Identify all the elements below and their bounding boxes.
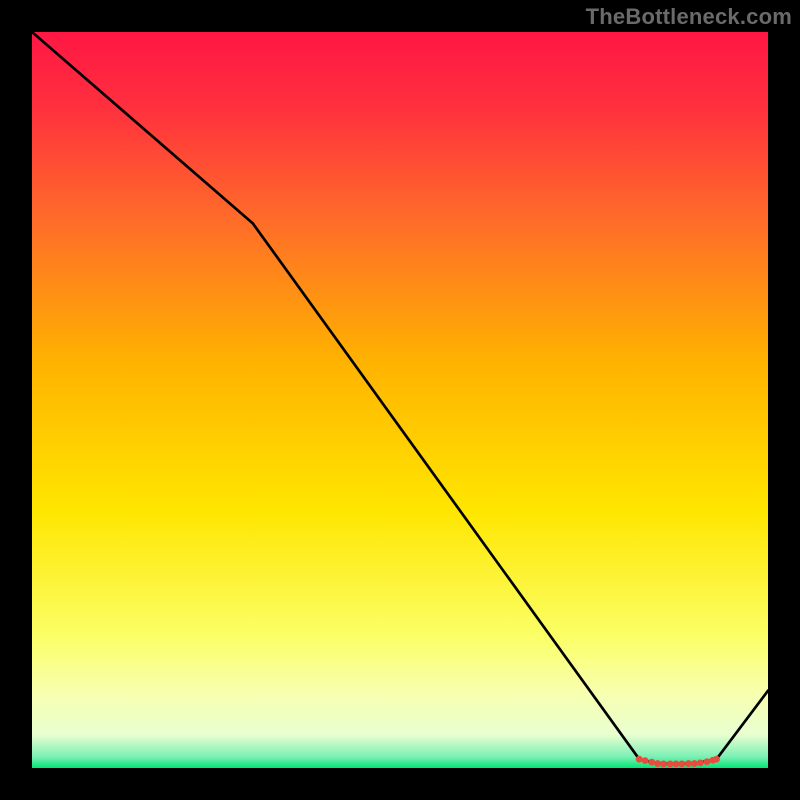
watermark-text: TheBottleneck.com	[586, 4, 792, 30]
chart-frame: TheBottleneck.com	[0, 0, 800, 800]
marker-dot	[704, 758, 711, 765]
gradient-background	[32, 32, 768, 768]
marker-dot	[642, 757, 649, 764]
marker-dot	[697, 759, 704, 766]
marker-dot	[678, 761, 685, 768]
marker-dot	[667, 761, 674, 768]
marker-dot	[685, 760, 692, 767]
marker-dot	[713, 756, 720, 763]
plot-area	[32, 32, 768, 768]
marker-dot	[660, 761, 667, 768]
marker-dot	[654, 760, 661, 767]
chart-svg	[32, 32, 768, 768]
marker-dot	[691, 760, 698, 767]
marker-dot	[673, 761, 680, 768]
marker-dot	[648, 759, 655, 766]
marker-dot	[636, 756, 643, 763]
